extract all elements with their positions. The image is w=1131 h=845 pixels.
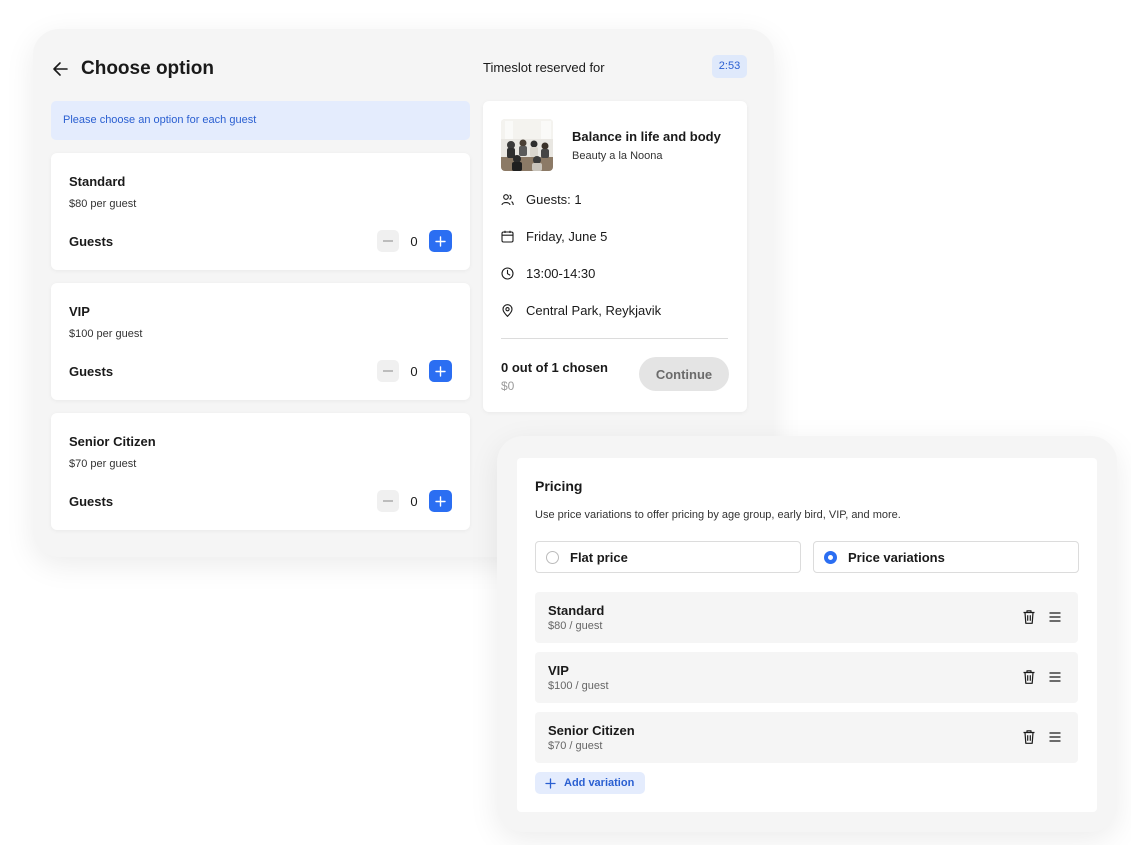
total-price: $0 (501, 379, 515, 393)
guests-label: Guests (69, 364, 114, 379)
variation-row-senior-citizen: Senior Citizen $70 / guest (535, 712, 1078, 763)
add-variation-label: Add variation (564, 777, 635, 789)
decrement-button[interactable] (377, 230, 399, 252)
clock-icon (501, 267, 514, 280)
variation-name: VIP (548, 663, 569, 678)
option-card-vip: VIP $100 per guest Guests 0 (51, 283, 470, 400)
guest-count: 0 (410, 363, 418, 379)
trash-icon[interactable] (1022, 669, 1036, 685)
page-title: Choose option (81, 58, 214, 79)
variation-name: Senior Citizen (548, 723, 635, 738)
plus-icon (545, 777, 556, 789)
variation-price: $70 / guest (548, 740, 603, 752)
variation-price: $80 / guest (548, 620, 603, 632)
plus-icon (435, 495, 446, 507)
guest-stepper: 0 (377, 360, 452, 382)
flat-price-option[interactable]: Flat price (535, 541, 801, 573)
map-pin-icon (502, 304, 513, 317)
guests-summary: Guests: 1 (526, 192, 582, 207)
guests-label: Guests (69, 494, 114, 509)
minus-icon (383, 240, 393, 242)
flat-price-label: Flat price (570, 549, 628, 565)
booking-summary-card: Balance in life and body Beauty a la Noo… (483, 101, 747, 412)
drag-handle-icon[interactable] (1048, 610, 1062, 624)
variation-row-vip: VIP $100 / guest (535, 652, 1078, 703)
pricing-description: Use price variations to offer pricing by… (535, 509, 901, 521)
increment-button[interactable] (429, 360, 452, 382)
event-time: 13:00-14:30 (526, 266, 596, 281)
pricing-card: Pricing Use price variations to offer pr… (517, 458, 1097, 812)
minus-icon (383, 370, 393, 372)
price-variations-option[interactable]: Price variations (813, 541, 1079, 573)
add-variation-button[interactable]: Add variation (535, 772, 646, 794)
option-name: VIP (69, 304, 90, 319)
event-organizer: Beauty a la Noona (572, 150, 663, 162)
option-price: $80 per guest (69, 198, 137, 210)
chosen-status: 0 out of 1 chosen (501, 360, 608, 375)
option-name: Senior Citizen (69, 434, 156, 449)
guest-stepper: 0 (377, 230, 452, 252)
guest-count: 0 (410, 233, 418, 249)
increment-button[interactable] (429, 490, 452, 512)
radio-button[interactable] (546, 550, 559, 564)
detail-location: Central Park, Reykjavik (501, 303, 661, 318)
variation-name: Standard (548, 603, 605, 618)
users-icon (501, 194, 514, 206)
plus-icon (435, 365, 446, 377)
drag-handle-icon[interactable] (1048, 670, 1062, 684)
detail-date: Friday, June 5 (501, 229, 607, 244)
drag-handle-icon[interactable] (1048, 730, 1062, 744)
decrement-button[interactable] (377, 490, 399, 512)
event-title: Balance in life and body (572, 129, 721, 144)
plus-icon (435, 235, 446, 247)
guest-stepper: 0 (377, 490, 452, 512)
detail-guests: Guests: 1 (501, 192, 582, 207)
event-thumbnail (501, 119, 553, 171)
trash-icon[interactable] (1022, 609, 1036, 625)
event-location: Central Park, Reykjavik (526, 303, 662, 318)
notice-banner: Please choose an option for each guest (51, 101, 470, 140)
increment-button[interactable] (429, 230, 452, 252)
event-date: Friday, June 5 (526, 229, 608, 244)
trash-icon[interactable] (1022, 729, 1036, 745)
minus-icon (383, 500, 393, 502)
guests-label: Guests (69, 234, 114, 249)
option-price: $70 per guest (69, 458, 137, 470)
divider (501, 338, 728, 339)
back-arrow-icon[interactable] (50, 58, 70, 80)
pricing-title: Pricing (535, 478, 583, 494)
option-card-senior-citizen: Senior Citizen $70 per guest Guests 0 (51, 413, 470, 530)
decrement-button[interactable] (377, 360, 399, 382)
option-name: Standard (69, 174, 126, 189)
variation-row-standard: Standard $80 / guest (535, 592, 1078, 643)
guest-count: 0 (410, 493, 418, 509)
detail-time: 13:00-14:30 (501, 266, 595, 281)
continue-button[interactable]: Continue (639, 357, 729, 391)
option-card-standard: Standard $80 per guest Guests 0 (51, 153, 470, 270)
timeslot-label: Timeslot reserved for (483, 60, 605, 75)
price-variations-label: Price variations (848, 549, 945, 565)
timer-badge: 2:53 (712, 55, 747, 78)
option-price: $100 per guest (69, 328, 143, 340)
calendar-icon (501, 230, 514, 243)
variation-price: $100 / guest (548, 680, 609, 692)
radio-button-selected[interactable] (824, 550, 837, 564)
